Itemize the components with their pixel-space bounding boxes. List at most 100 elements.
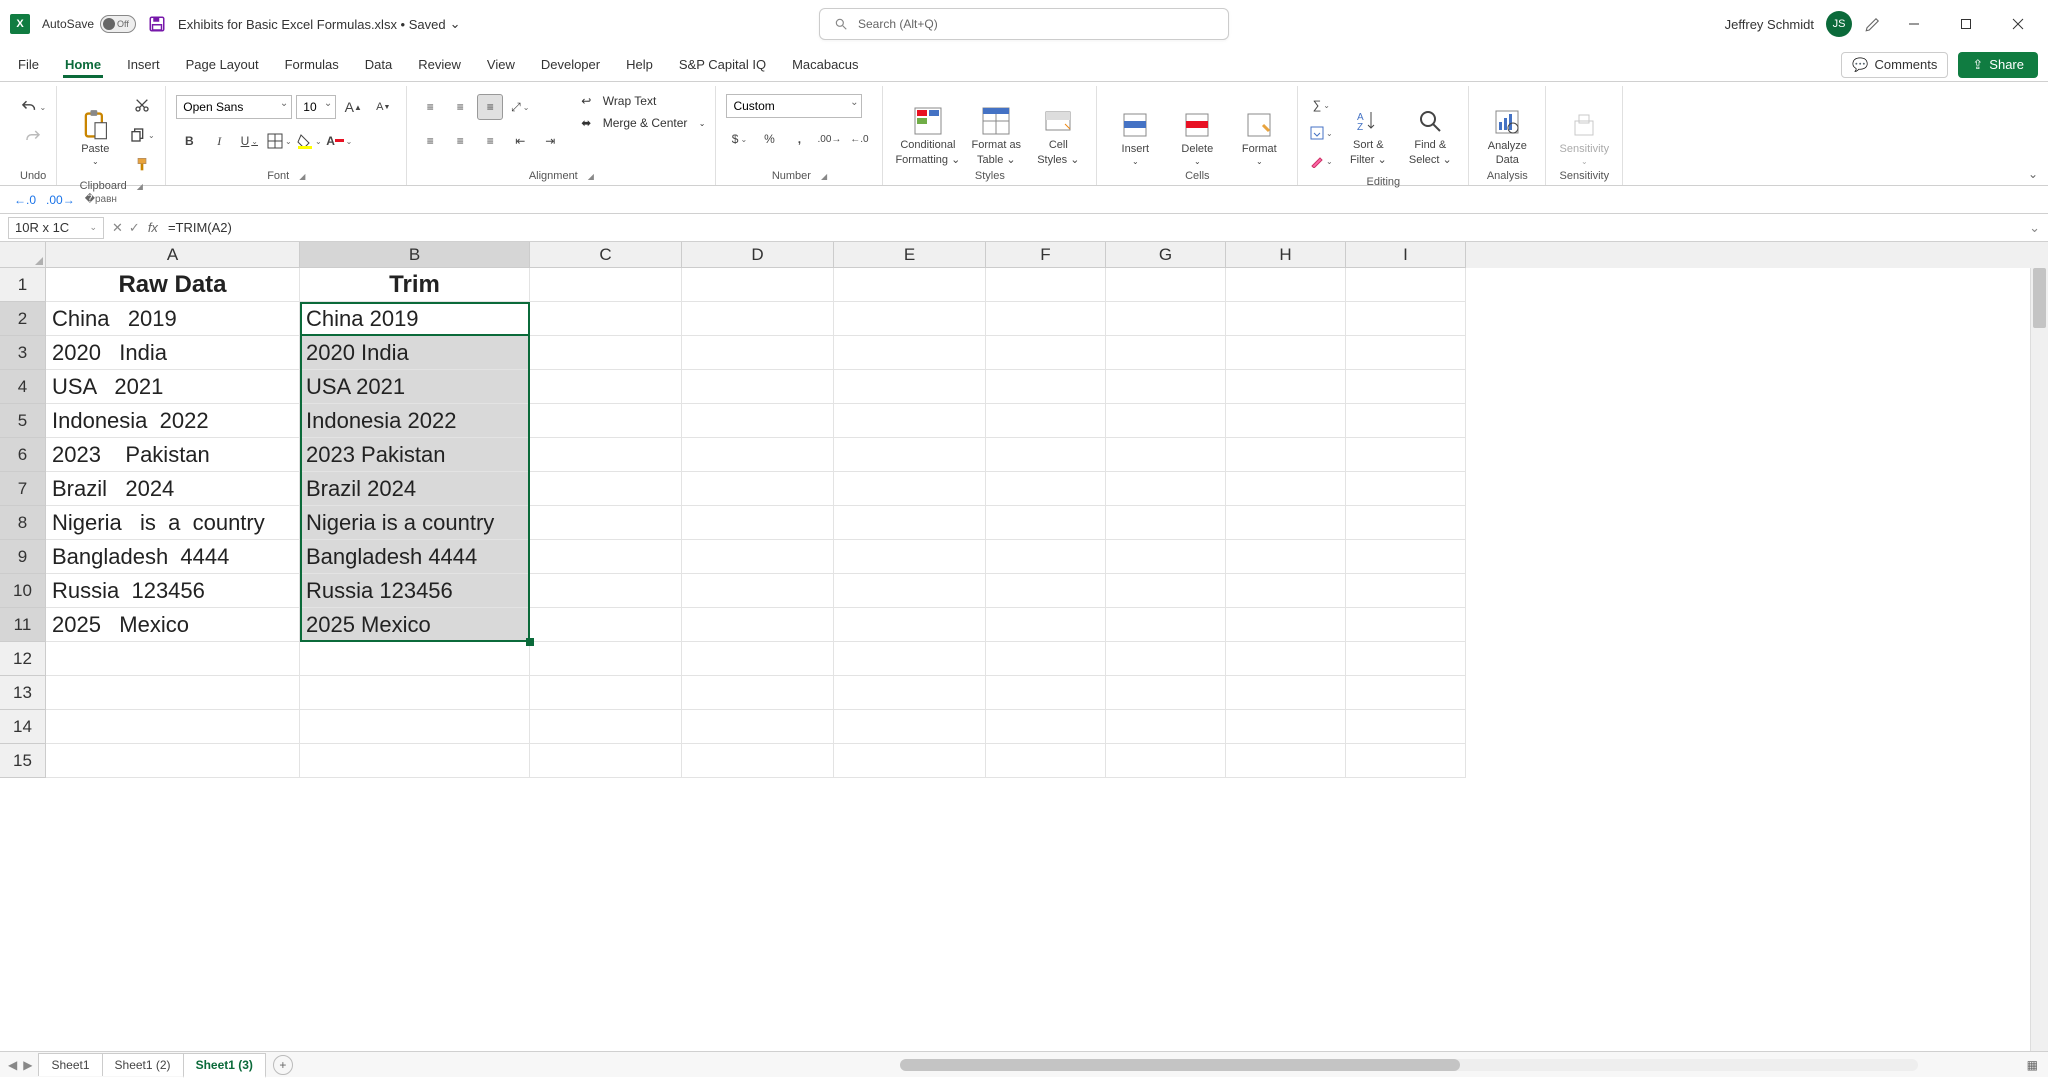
tab-data[interactable]: Data bbox=[363, 51, 394, 78]
cell[interactable] bbox=[986, 404, 1106, 438]
undo-button[interactable] bbox=[20, 94, 46, 120]
fx-icon[interactable]: fx bbox=[148, 220, 158, 235]
cell[interactable] bbox=[1346, 472, 1466, 506]
tab-review[interactable]: Review bbox=[416, 51, 463, 78]
cell[interactable] bbox=[530, 710, 682, 744]
col-header-e[interactable]: E bbox=[834, 242, 986, 268]
cell[interactable] bbox=[682, 336, 834, 370]
cell[interactable] bbox=[1346, 404, 1466, 438]
cell[interactable] bbox=[834, 642, 986, 676]
cell[interactable]: Brazil 2024 bbox=[46, 472, 300, 506]
cell[interactable] bbox=[1346, 540, 1466, 574]
cell[interactable] bbox=[530, 302, 682, 336]
cell[interactable]: 2023 Pakistan bbox=[300, 438, 530, 472]
cell[interactable]: 2025 Mexico bbox=[300, 608, 530, 642]
decrease-decimal-button[interactable]: ←.0 bbox=[846, 126, 872, 152]
cell[interactable] bbox=[986, 642, 1106, 676]
tab-help[interactable]: Help bbox=[624, 51, 655, 78]
cell[interactable] bbox=[46, 710, 300, 744]
font-name-select[interactable] bbox=[176, 95, 292, 119]
align-top-button[interactable]: ≡ bbox=[417, 94, 443, 120]
cell[interactable] bbox=[1346, 676, 1466, 710]
cell[interactable]: Indonesia 2022 bbox=[46, 404, 300, 438]
cell[interactable] bbox=[1106, 370, 1226, 404]
sheet-nav-next[interactable]: ▶ bbox=[23, 1058, 32, 1072]
cell[interactable] bbox=[986, 540, 1106, 574]
cell[interactable] bbox=[682, 710, 834, 744]
cell[interactable]: Raw Data bbox=[46, 268, 300, 302]
cell[interactable] bbox=[1106, 710, 1226, 744]
cell[interactable] bbox=[1346, 268, 1466, 302]
accounting-format-button[interactable]: $ bbox=[726, 126, 752, 152]
cell[interactable] bbox=[530, 472, 682, 506]
increase-decimal-quick[interactable]: ←.0 bbox=[14, 193, 36, 207]
format-as-table-button[interactable]: Format asTable ⌄ bbox=[968, 88, 1024, 166]
cell[interactable] bbox=[1226, 268, 1346, 302]
redo-button[interactable] bbox=[20, 124, 46, 150]
cell[interactable]: Russia 123456 bbox=[300, 574, 530, 608]
cell[interactable] bbox=[834, 268, 986, 302]
expand-formula-bar-icon[interactable]: ⌄ bbox=[2029, 220, 2040, 236]
cell[interactable] bbox=[530, 438, 682, 472]
display-settings-icon[interactable]: ▦ bbox=[2027, 1058, 2038, 1072]
comma-format-button[interactable]: , bbox=[786, 126, 812, 152]
cell[interactable]: Nigeria is a country bbox=[46, 506, 300, 540]
share-button[interactable]: ⇪ Share bbox=[1958, 52, 2038, 78]
pen-icon[interactable] bbox=[1864, 15, 1882, 33]
cell[interactable] bbox=[530, 370, 682, 404]
orientation-button[interactable]: ⤢ bbox=[507, 94, 533, 120]
cell[interactable] bbox=[1346, 642, 1466, 676]
cell[interactable] bbox=[986, 336, 1106, 370]
cell[interactable] bbox=[1106, 302, 1226, 336]
row-header[interactable]: 7 bbox=[0, 472, 46, 506]
col-header-h[interactable]: H bbox=[1226, 242, 1346, 268]
dialog-launcher-icon[interactable]: ◢ bbox=[299, 172, 305, 181]
cell[interactable] bbox=[530, 744, 682, 778]
tab-capitaliq[interactable]: S&P Capital IQ bbox=[677, 51, 768, 78]
clear-button[interactable] bbox=[1308, 148, 1334, 174]
increase-indent-button[interactable]: ⇥ bbox=[537, 128, 563, 154]
save-icon[interactable] bbox=[148, 15, 166, 33]
row-header[interactable]: 10 bbox=[0, 574, 46, 608]
formula-input[interactable]: =TRIM(A2) bbox=[168, 220, 2048, 235]
tab-file[interactable]: File bbox=[16, 51, 41, 78]
cell[interactable] bbox=[1226, 370, 1346, 404]
sensitivity-button[interactable]: Sensitivity⌄ bbox=[1556, 88, 1612, 166]
row-header[interactable]: 15 bbox=[0, 744, 46, 778]
cell-styles-button[interactable]: CellStyles ⌄ bbox=[1030, 88, 1086, 166]
collapse-ribbon-icon[interactable]: ⌄ bbox=[2028, 167, 2038, 181]
cell[interactable] bbox=[986, 744, 1106, 778]
sheet-tab-1[interactable]: Sheet1 bbox=[38, 1053, 102, 1076]
cell[interactable] bbox=[1346, 336, 1466, 370]
row-header[interactable]: 13 bbox=[0, 676, 46, 710]
align-bottom-button[interactable]: ≡ bbox=[477, 94, 503, 120]
row-header[interactable]: 1 bbox=[0, 268, 46, 302]
cell[interactable] bbox=[1226, 574, 1346, 608]
cell[interactable] bbox=[834, 676, 986, 710]
font-size-select[interactable] bbox=[296, 95, 336, 119]
cell[interactable] bbox=[1226, 506, 1346, 540]
cell[interactable] bbox=[1226, 608, 1346, 642]
underline-button[interactable]: U bbox=[236, 128, 262, 154]
font-color-button[interactable]: A bbox=[326, 128, 352, 154]
cell[interactable] bbox=[682, 744, 834, 778]
cell[interactable] bbox=[834, 472, 986, 506]
cell[interactable] bbox=[300, 642, 530, 676]
enter-formula-icon[interactable]: ✓ bbox=[129, 220, 140, 236]
cell[interactable] bbox=[46, 676, 300, 710]
sheet-tab-2[interactable]: Sheet1 (2) bbox=[102, 1053, 184, 1076]
cell[interactable] bbox=[682, 506, 834, 540]
number-format-select[interactable] bbox=[726, 94, 862, 118]
search-input[interactable]: Search (Alt+Q) bbox=[819, 8, 1229, 40]
increase-decimal-button[interactable]: .00→ bbox=[816, 126, 842, 152]
cell[interactable] bbox=[1226, 710, 1346, 744]
align-center-button[interactable]: ≡ bbox=[447, 128, 473, 154]
cell[interactable]: Bangladesh 4444 bbox=[300, 540, 530, 574]
cell[interactable] bbox=[1106, 268, 1226, 302]
cell[interactable] bbox=[1106, 472, 1226, 506]
align-right-button[interactable]: ≡ bbox=[477, 128, 503, 154]
col-header-i[interactable]: I bbox=[1346, 242, 1466, 268]
cell[interactable] bbox=[1106, 438, 1226, 472]
cell[interactable] bbox=[1106, 608, 1226, 642]
cell[interactable] bbox=[1106, 336, 1226, 370]
